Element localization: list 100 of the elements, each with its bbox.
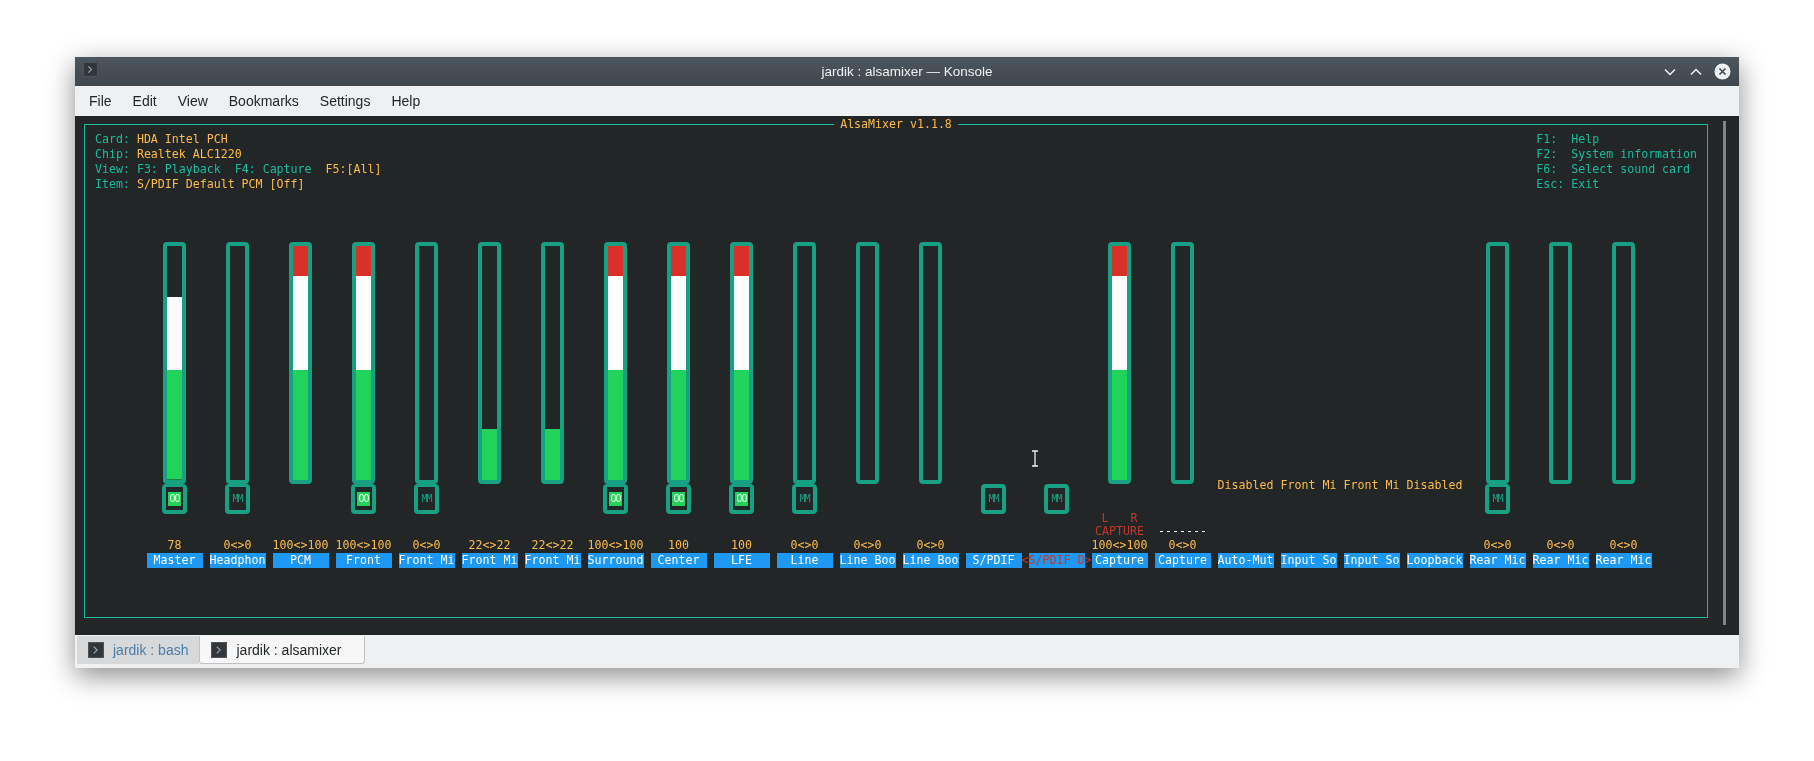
help-key: F6: <box>1536 162 1572 177</box>
volume-slider[interactable] <box>1549 242 1572 484</box>
volume-value: 100<>100 <box>335 538 392 553</box>
terminal-tab[interactable]: jardik : bash <box>77 636 200 664</box>
info-label: Card: <box>95 132 130 147</box>
view-mode[interactable]: Capture <box>262 162 312 176</box>
channel-label[interactable]: Headphon <box>209 553 266 568</box>
mute-switch[interactable]: OO <box>351 484 376 514</box>
channel-label[interactable]: Surround <box>587 553 644 568</box>
channel-label[interactable]: LFE <box>713 553 770 568</box>
channel-label[interactable]: Front <box>335 553 392 568</box>
channel-label[interactable]: Front Mi <box>398 553 455 568</box>
view-key[interactable]: F4: <box>234 162 256 176</box>
info-value: Realtek ALC1220 <box>136 147 242 162</box>
channel-label[interactable]: Capture <box>1091 553 1148 568</box>
info-label: Item: <box>95 177 130 192</box>
help-key: F1: <box>1536 132 1572 147</box>
enum-value: Disabled <box>1217 478 1274 493</box>
terminal-tab[interactable]: jardik : alsamixer <box>199 636 365 664</box>
info-label: Chip: <box>95 147 130 162</box>
channel-label[interactable]: Loopback <box>1406 553 1463 568</box>
channel-label[interactable]: Front Mi <box>461 553 518 568</box>
mute-switch[interactable]: MM <box>1044 484 1069 514</box>
volume-value: 0<>0 <box>1483 538 1512 553</box>
terminal-icon <box>83 62 98 77</box>
text-cursor-icon <box>1031 450 1039 467</box>
volume-value: 100<>100 <box>1091 538 1148 553</box>
volume-slider[interactable] <box>163 242 186 484</box>
channel-label[interactable]: Capture <box>1154 553 1211 568</box>
volume-value: 0<>0 <box>916 538 945 553</box>
menu-item[interactable]: Settings <box>308 93 381 109</box>
help-key: F2: <box>1536 147 1572 162</box>
view-key[interactable]: F3: <box>136 162 158 176</box>
volume-value: 22<>22 <box>531 538 574 553</box>
channel-label[interactable]: Rear Mic <box>1469 553 1526 568</box>
channel-label[interactable]: Line Boo <box>902 553 959 568</box>
volume-value: 0<>0 <box>853 538 882 553</box>
channel-label[interactable]: Master <box>146 553 203 568</box>
volume-value: 0<>0 <box>1546 538 1575 553</box>
channel-label[interactable]: Rear Mic <box>1532 553 1589 568</box>
volume-value: 78 <box>167 538 182 553</box>
terminal-icon <box>88 642 104 658</box>
channel-label[interactable]: Line Boo <box>839 553 896 568</box>
help-text: Select sound card <box>1571 162 1691 177</box>
selection-bracket: > <box>1084 553 1092 568</box>
channel-label[interactable]: S/PDIF <box>965 553 1022 568</box>
view-mode[interactable]: Playback <box>164 162 221 176</box>
capture-status: CAPTURE <box>1095 525 1144 538</box>
menu-item[interactable]: Bookmarks <box>217 93 309 109</box>
menu-item[interactable]: Help <box>380 93 431 109</box>
volume-slider[interactable] <box>919 242 942 484</box>
volume-value: 0<>0 <box>412 538 441 553</box>
menu-item[interactable]: File <box>78 93 122 109</box>
volume-value: 0<>0 <box>1609 538 1638 553</box>
volume-value: 100<>100 <box>587 538 644 553</box>
volume-slider[interactable] <box>1612 242 1635 484</box>
mute-switch[interactable]: MM <box>1485 484 1510 514</box>
volume-slider[interactable] <box>856 242 879 484</box>
mute-switch[interactable]: MM <box>414 484 439 514</box>
enum-value: Front Mi <box>1280 478 1337 493</box>
channel-label[interactable]: Center <box>650 553 707 568</box>
volume-slider[interactable] <box>415 242 438 484</box>
volume-value: 22<>22 <box>468 538 511 553</box>
channel-label[interactable]: Rear Mic <box>1595 553 1652 568</box>
enum-value: Disabled <box>1406 478 1463 493</box>
mute-switch[interactable]: OO <box>603 484 628 514</box>
window-title: jardik : alsamixer — Konsole <box>821 64 993 79</box>
channel-label[interactable]: Front Mi <box>524 553 581 568</box>
mute-switch[interactable]: MM <box>981 484 1006 514</box>
channel-label[interactable]: PCM <box>272 553 329 568</box>
mute-switch[interactable]: MM <box>792 484 817 514</box>
mute-switch[interactable]: OO <box>162 484 187 514</box>
info-value: S/PDIF Default PCM [Off] <box>136 177 305 192</box>
menu-item[interactable]: View <box>166 93 218 109</box>
close-button[interactable] <box>1713 62 1731 81</box>
volume-value: 100 <box>668 538 689 553</box>
view-mode[interactable]: [All] <box>346 162 382 176</box>
channel-label[interactable]: S/PDIF D <box>1028 553 1085 568</box>
volume-slider[interactable] <box>226 242 249 484</box>
mute-switch[interactable]: OO <box>666 484 691 514</box>
channel-label[interactable]: Input So <box>1280 553 1337 568</box>
channel-label[interactable]: Auto-Mut <box>1217 553 1274 568</box>
capture-channel-left: L <box>1101 512 1109 525</box>
volume-value: 100 <box>731 538 752 553</box>
help-text: System information <box>1571 147 1697 162</box>
volume-slider[interactable] <box>541 242 564 484</box>
volume-slider[interactable] <box>793 242 816 484</box>
capture-channel-right: R <box>1130 512 1138 525</box>
volume-slider[interactable] <box>478 242 501 484</box>
enum-value: Front Mi <box>1343 478 1400 493</box>
volume-slider[interactable] <box>1171 242 1194 484</box>
channel-label[interactable]: Input So <box>1343 553 1400 568</box>
menu-item[interactable]: Edit <box>121 93 167 109</box>
mute-switch[interactable]: OO <box>729 484 754 514</box>
view-key[interactable]: F5: <box>325 162 347 176</box>
terminal-icon <box>211 641 228 658</box>
scrollbar[interactable] <box>1723 121 1726 625</box>
volume-slider[interactable] <box>1486 242 1509 484</box>
mute-switch[interactable]: MM <box>225 484 250 514</box>
channel-label[interactable]: Line <box>776 553 833 568</box>
